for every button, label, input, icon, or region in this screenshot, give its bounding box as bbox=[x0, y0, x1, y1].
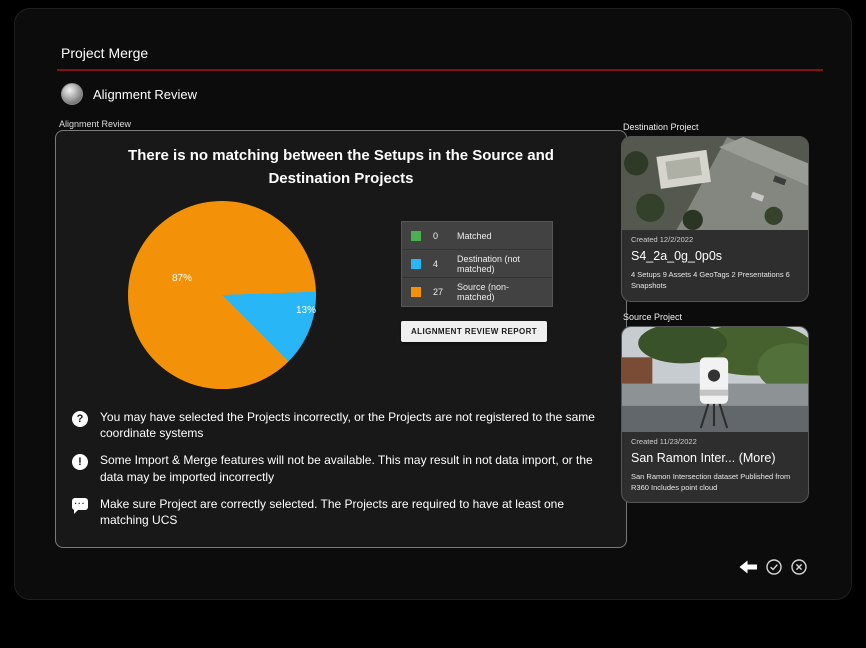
matched-swatch-icon bbox=[411, 231, 421, 241]
destination-project-card[interactable]: Created 12/2/2022 S4_2a_0g_0p0s 4 Setups… bbox=[621, 136, 809, 302]
alignment-review-panel: There is no matching between the Setups … bbox=[55, 130, 627, 548]
chart-legend: 0 Matched 4 Destination (not matched) 27… bbox=[401, 221, 553, 307]
source-thumbnail bbox=[622, 327, 808, 432]
legend-row-source: 27 Source (non-matched) bbox=[402, 278, 552, 306]
check-circle-icon bbox=[766, 559, 782, 575]
note-text: Some Import & Merge features will not be… bbox=[100, 452, 612, 484]
legend-row-matched: 0 Matched bbox=[402, 222, 552, 250]
project-subtitle: 4 Setups 9 Assets 4 GeoTags 2 Presentati… bbox=[631, 269, 799, 292]
panel-heading: There is no matching between the Setups … bbox=[86, 144, 596, 191]
exclamation-icon: ! bbox=[72, 454, 88, 470]
project-title: San Ramon Inter... (More) bbox=[631, 451, 799, 465]
legend-row-destination: 4 Destination (not matched) bbox=[402, 250, 552, 278]
pie-label-destination: 13% bbox=[296, 305, 316, 316]
footer-toolbar bbox=[739, 559, 807, 575]
note-item: ! Some Import & Merge features will not … bbox=[72, 452, 612, 484]
projects-sidebar: Destination Project Created 12/2/2022 S4… bbox=[621, 122, 809, 513]
destination-section-label: Destination Project bbox=[623, 122, 809, 132]
legend-label: Source (non-matched) bbox=[457, 282, 543, 302]
pie-label-source: 87% bbox=[172, 273, 192, 284]
step-title: Alignment Review bbox=[93, 87, 197, 102]
destination-swatch-icon bbox=[411, 259, 421, 269]
alignment-review-report-button[interactable]: ALIGNMENT REVIEW REPORT bbox=[401, 321, 547, 342]
page-title: Project Merge bbox=[61, 45, 148, 61]
card-body: Created 12/2/2022 S4_2a_0g_0p0s 4 Setups… bbox=[622, 230, 808, 301]
note-text: Make sure Project are correctly selected… bbox=[100, 496, 612, 528]
legend-count: 27 bbox=[433, 287, 457, 297]
legend-label: Matched bbox=[457, 231, 543, 241]
title-divider bbox=[57, 69, 823, 71]
notes-list: ? You may have selected the Projects inc… bbox=[72, 409, 612, 539]
card-body: Created 11/23/2022 San Ramon Inter... (M… bbox=[622, 432, 808, 503]
note-item: ? You may have selected the Projects inc… bbox=[72, 409, 612, 441]
cancel-button[interactable] bbox=[791, 559, 807, 575]
confirm-button[interactable] bbox=[766, 559, 782, 575]
legend-count: 0 bbox=[433, 231, 457, 241]
source-project-card[interactable]: Created 11/23/2022 San Ramon Inter... (M… bbox=[621, 326, 809, 504]
note-item: ··· Make sure Project are correctly sele… bbox=[72, 496, 612, 528]
project-merge-window: Project Merge Alignment Review Alignment… bbox=[14, 8, 852, 600]
setup-matching-pie-chart: 87% 13% bbox=[128, 201, 316, 389]
question-icon: ? bbox=[72, 411, 88, 427]
created-date: Created 12/2/2022 bbox=[631, 235, 799, 244]
note-text: You may have selected the Projects incor… bbox=[100, 409, 612, 441]
created-date: Created 11/23/2022 bbox=[631, 437, 799, 446]
project-title: S4_2a_0g_0p0s bbox=[631, 249, 799, 263]
step-header: Alignment Review bbox=[61, 83, 197, 105]
panel-label: Alignment Review bbox=[59, 119, 131, 129]
source-swatch-icon bbox=[411, 287, 421, 297]
legend-label: Destination (not matched) bbox=[457, 254, 543, 274]
close-circle-icon bbox=[791, 559, 807, 575]
project-subtitle: San Ramon Intersection dataset Published… bbox=[631, 471, 799, 494]
source-section-label: Source Project bbox=[623, 312, 809, 322]
scan-sphere-icon bbox=[61, 83, 83, 105]
back-arrow-icon bbox=[739, 560, 757, 574]
destination-thumbnail bbox=[622, 137, 808, 230]
legend-count: 4 bbox=[433, 259, 457, 269]
back-button[interactable] bbox=[739, 560, 757, 574]
comment-icon: ··· bbox=[72, 498, 88, 510]
